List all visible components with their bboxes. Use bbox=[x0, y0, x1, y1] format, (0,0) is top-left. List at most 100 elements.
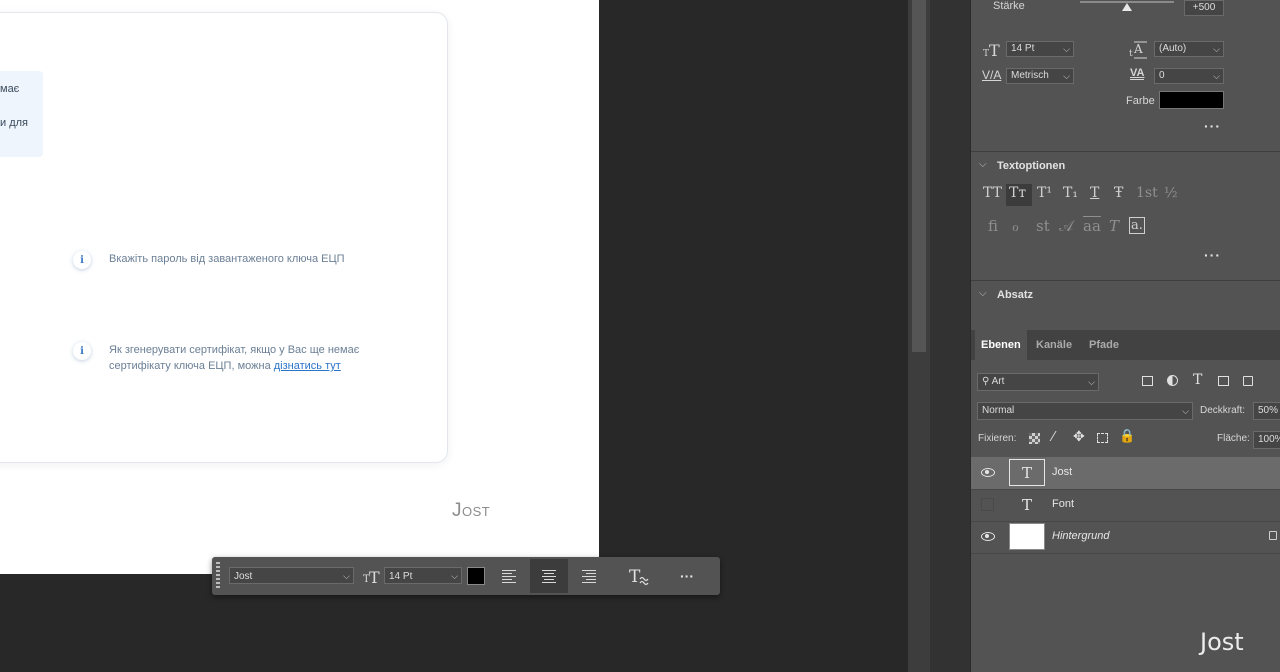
search-icon: ⚲ bbox=[982, 376, 990, 387]
all-caps-icon[interactable]: TT bbox=[983, 185, 1002, 201]
layer-row-hintergrund[interactable]: Hintergrund bbox=[971, 521, 1280, 554]
font-size-select[interactable]: 14 Pt ⌵ bbox=[384, 567, 462, 584]
tracking-icon: VA bbox=[1130, 67, 1145, 80]
leading-field[interactable]: (Auto) ⌵ bbox=[1154, 41, 1224, 57]
svg-text:T: T bbox=[369, 568, 380, 586]
align-right-button[interactable] bbox=[570, 559, 608, 593]
opacity-field[interactable]: 50% bbox=[1253, 402, 1280, 420]
type-layer-filter-icon[interactable]: T bbox=[1193, 372, 1202, 388]
layer-filter-value: Art bbox=[991, 376, 1005, 387]
more-options-button[interactable]: ··· bbox=[668, 559, 706, 593]
pixel-layer-filter-icon[interactable] bbox=[1142, 376, 1153, 386]
layers-tab-bar: Ebenen Kanäle Pfade bbox=[971, 330, 1280, 360]
properties-panel: Stärke +500 TT 14 Pt ⌵ tA (Auto) ⌵ V/A M… bbox=[970, 0, 1280, 672]
ordinals-icon[interactable]: 1st bbox=[1136, 185, 1158, 201]
lock-artboard-icon[interactable] bbox=[1097, 433, 1108, 443]
document-canvas[interactable]: має и для i Вкажіть пароль від завантаже… bbox=[0, 0, 599, 574]
layer-row-font[interactable]: T Font bbox=[971, 489, 1280, 522]
small-caps-icon[interactable]: Tт bbox=[1009, 185, 1026, 201]
warp-text-button[interactable]: T bbox=[620, 559, 658, 593]
staerke-slider-handle[interactable] bbox=[1122, 3, 1132, 11]
info-line: сертифікату ключа ЕЦП, можна bbox=[109, 360, 274, 372]
text-context-toolbar: Jost ⌵ TT 14 Pt ⌵ T ··· bbox=[212, 557, 720, 595]
background-layer-thumbnail bbox=[1009, 523, 1045, 550]
lock-move-icon[interactable]: ✥ bbox=[1073, 429, 1085, 445]
text-layer-thumbnail-icon: T bbox=[1021, 495, 1032, 514]
align-left-button[interactable] bbox=[490, 559, 528, 593]
chevron-down-icon: ⌵ bbox=[1213, 44, 1220, 54]
font-size-icon: TT bbox=[362, 566, 382, 587]
layer-filter-select[interactable]: ⚲ Art ⌵ bbox=[977, 373, 1099, 391]
leading-icon: tA bbox=[1129, 40, 1149, 63]
shape-layer-filter-icon[interactable] bbox=[1218, 376, 1229, 386]
visibility-eye-icon[interactable] bbox=[981, 532, 995, 541]
toolbar-grip[interactable] bbox=[216, 562, 220, 590]
visibility-off-box[interactable] bbox=[981, 498, 994, 511]
blend-mode-value: Normal bbox=[982, 405, 1015, 416]
info-item-certificate: i Як згенерувати сертифікат, якщо у Вас … bbox=[73, 342, 359, 374]
blend-mode-select[interactable]: Normal ⌵ bbox=[977, 402, 1193, 420]
stylistic-alternates-icon[interactable]: aa bbox=[1083, 217, 1101, 235]
lock-label: Fixieren: bbox=[978, 433, 1017, 444]
font-size-value: 14 Pt bbox=[389, 571, 413, 582]
strikethrough-icon[interactable]: Ŧ bbox=[1114, 185, 1123, 201]
align-center-button[interactable] bbox=[530, 559, 568, 593]
adjustment-layer-filter-icon[interactable] bbox=[1167, 375, 1178, 386]
titling-alternates-icon[interactable]: T bbox=[1109, 217, 1119, 235]
staerke-value-field[interactable]: +500 bbox=[1184, 0, 1224, 16]
tab-kanaele[interactable]: Kanäle bbox=[1030, 330, 1078, 360]
swash-icon[interactable]: 𝒜 bbox=[1059, 217, 1073, 235]
ligatures-icon[interactable]: ﬁ bbox=[988, 217, 998, 235]
layer-name[interactable]: Hintergrund bbox=[1052, 530, 1109, 542]
staerke-label: Stärke bbox=[993, 0, 1025, 12]
layer-lock-icon bbox=[1269, 531, 1277, 540]
info-text: Вкажіть пароль від завантаженого ключа Е… bbox=[109, 251, 345, 267]
font-size-field[interactable]: 14 Pt ⌵ bbox=[1006, 41, 1074, 57]
tab-ebenen[interactable]: Ebenen bbox=[975, 330, 1027, 360]
fractions-icon[interactable]: ½ bbox=[1164, 185, 1178, 201]
jost-text-layer[interactable]: Jost bbox=[452, 500, 490, 522]
info-icon: i bbox=[73, 342, 91, 360]
superscript-icon[interactable]: T¹ bbox=[1037, 185, 1052, 201]
font-size-icon: TT bbox=[983, 40, 1003, 63]
info-line: Вкажіть пароль від завантаженого ключа Е… bbox=[109, 253, 345, 265]
leading-value: (Auto) bbox=[1159, 43, 1187, 54]
layer-row-jost[interactable]: T Jost bbox=[971, 457, 1280, 490]
chevron-down-icon: ⌵ bbox=[979, 288, 987, 299]
old-style-icon[interactable]: ℴ bbox=[1012, 217, 1019, 235]
layer-name[interactable]: Font bbox=[1052, 498, 1074, 510]
subscript-icon[interactable]: T₁ bbox=[1063, 185, 1078, 201]
font-family-select[interactable]: Jost ⌵ bbox=[229, 567, 354, 584]
character-more-icon[interactable]: ··· bbox=[1204, 118, 1221, 134]
textoptionen-section-header[interactable]: ⌵ Textoptionen bbox=[971, 151, 1280, 180]
tracking-field[interactable]: 0 ⌵ bbox=[1154, 68, 1224, 84]
note-line-2: и для bbox=[0, 117, 28, 129]
tab-pfade[interactable]: Pfade bbox=[1083, 330, 1125, 360]
textoptions-row-2: ﬁ ℴ st 𝒜 aa T a. bbox=[983, 217, 1253, 239]
fill-field[interactable]: 100% bbox=[1253, 431, 1280, 449]
lock-transparency-icon[interactable] bbox=[1029, 433, 1040, 444]
smart-object-filter-icon[interactable] bbox=[1243, 376, 1253, 386]
text-color-swatch[interactable] bbox=[467, 567, 485, 585]
textoptionen-title: Textoptionen bbox=[997, 160, 1066, 172]
absatz-section-header[interactable]: ⌵ Absatz bbox=[971, 280, 1280, 309]
svg-text:A: A bbox=[1133, 42, 1143, 56]
discretionary-ligatures-icon[interactable]: st bbox=[1036, 217, 1050, 235]
learn-here-link[interactable]: дізнатись тут bbox=[274, 360, 341, 372]
lock-all-icon[interactable]: 🔒 bbox=[1119, 429, 1135, 444]
chevron-down-icon: ⌵ bbox=[1088, 377, 1095, 387]
lock-brush-icon[interactable]: ⁄ bbox=[1052, 430, 1054, 445]
underline-icon[interactable]: T bbox=[1090, 185, 1099, 201]
chevron-down-icon: ⌵ bbox=[1063, 71, 1070, 81]
farbe-color-swatch[interactable] bbox=[1159, 91, 1224, 109]
visibility-eye-icon[interactable] bbox=[981, 468, 995, 477]
kerning-field[interactable]: Metrisch ⌵ bbox=[1006, 68, 1074, 84]
textoptions-row-1: TT Tт T¹ T₁ T Ŧ 1st ½ bbox=[983, 184, 1253, 206]
scrollbar-thumb[interactable] bbox=[912, 0, 926, 352]
chevron-down-icon: ⌵ bbox=[1182, 406, 1189, 416]
ordinal-box-icon[interactable]: a. bbox=[1129, 217, 1145, 234]
layer-name[interactable]: Jost bbox=[1052, 466, 1072, 478]
panel-dock-gutter bbox=[930, 0, 970, 672]
svg-text:t: t bbox=[1129, 49, 1133, 59]
textoptions-more-icon[interactable]: ··· bbox=[1204, 247, 1221, 263]
